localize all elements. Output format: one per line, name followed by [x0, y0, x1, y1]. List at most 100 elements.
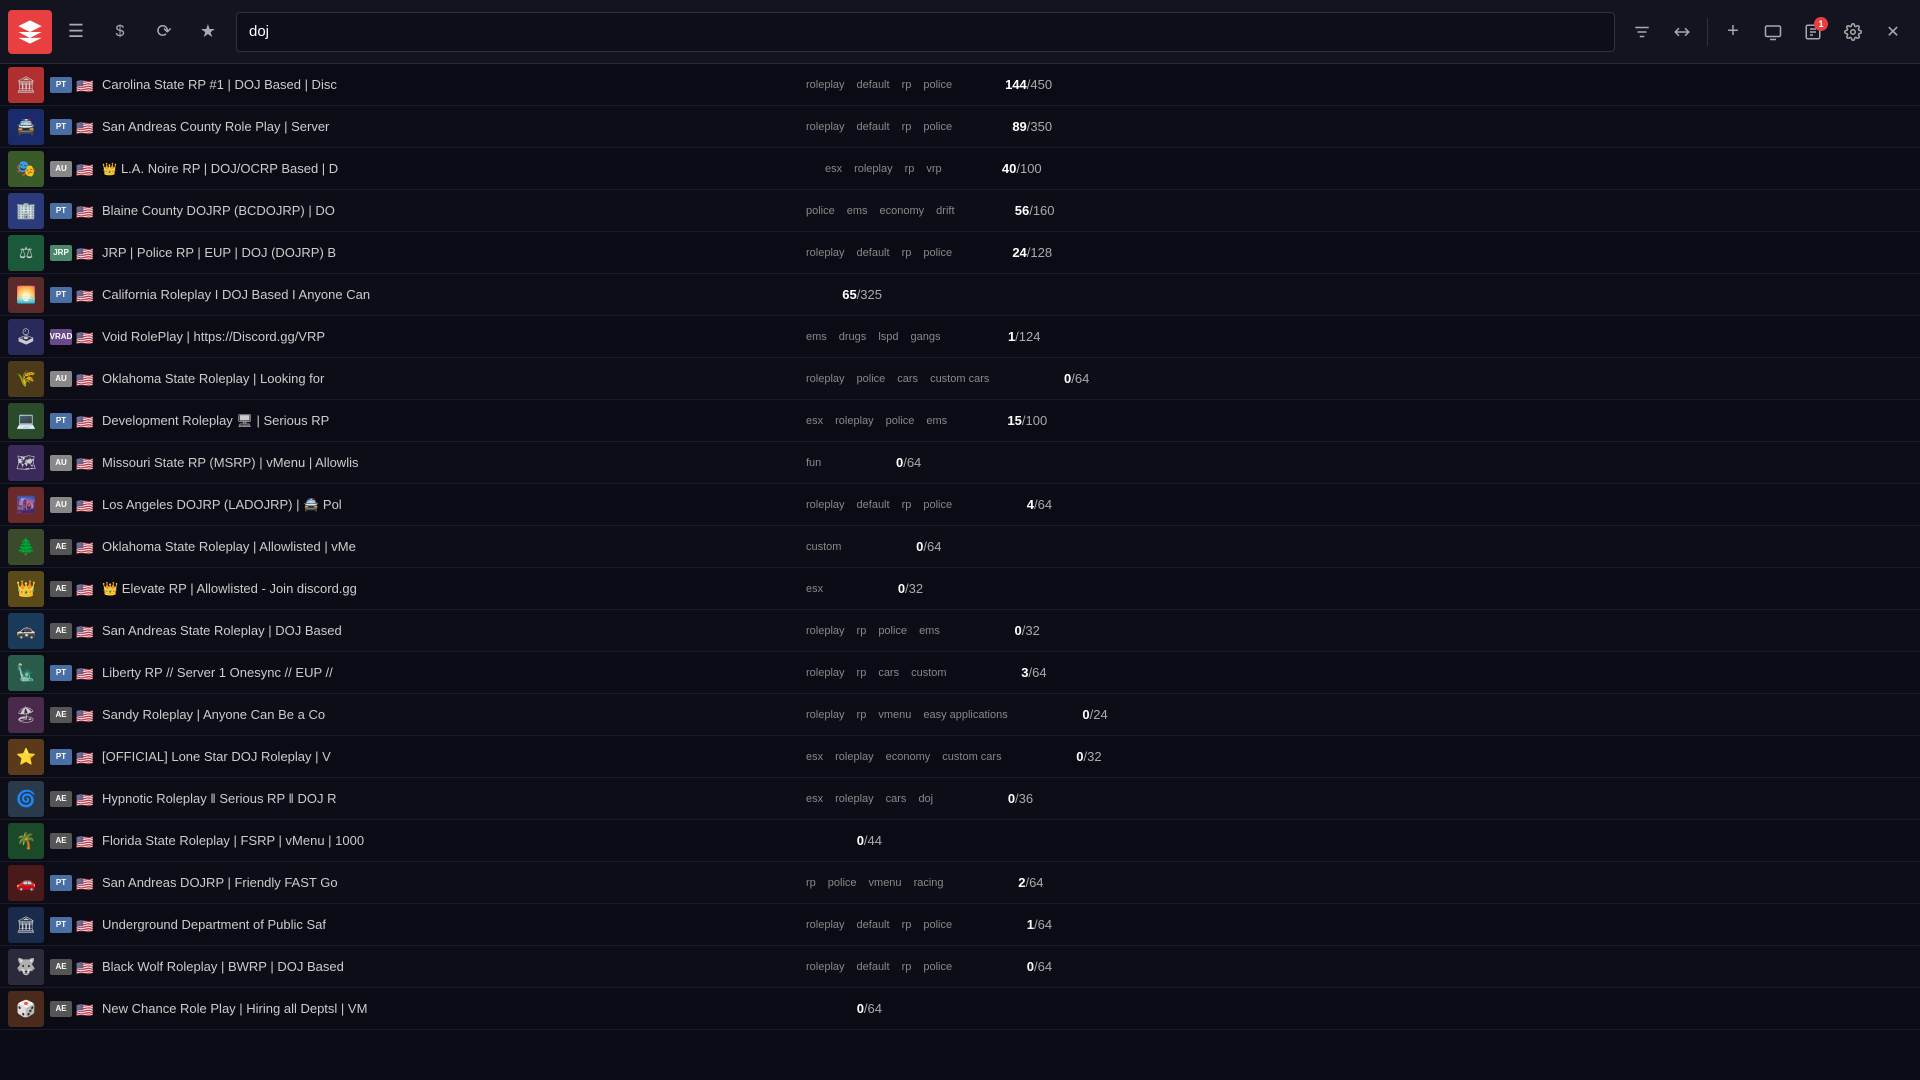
tag[interactable]: racing: [910, 876, 948, 890]
tag[interactable]: rp: [898, 120, 916, 134]
tag[interactable]: rp: [898, 246, 916, 260]
tag[interactable]: easy applications: [919, 708, 1011, 722]
tag[interactable]: rp: [853, 708, 871, 722]
tag[interactable]: esx: [821, 162, 846, 176]
tag[interactable]: cars: [882, 792, 911, 806]
tag[interactable]: police: [919, 78, 956, 92]
table-row[interactable]: 🌾AU🇺🇸Oklahoma State Roleplay | Looking f…: [0, 358, 1920, 400]
tag[interactable]: roleplay: [802, 708, 849, 722]
tag[interactable]: custom cars: [926, 372, 993, 386]
table-row[interactable]: 🏛PT🇺🇸Carolina State RP #1 | DOJ Based | …: [0, 64, 1920, 106]
close-button[interactable]: ✕: [1874, 13, 1912, 51]
tag[interactable]: police: [919, 246, 956, 260]
search-input[interactable]: [249, 23, 1602, 40]
tag[interactable]: cars: [874, 666, 903, 680]
tag[interactable]: roleplay: [802, 666, 849, 680]
tag[interactable]: roleplay: [802, 498, 849, 512]
table-row[interactable]: ⭐PT🇺🇸[OFFICIAL] Lone Star DOJ Roleplay |…: [0, 736, 1920, 778]
logo-button[interactable]: [8, 10, 52, 54]
table-row[interactable]: 🚔PT🇺🇸San Andreas County Role Play | Serv…: [0, 106, 1920, 148]
table-row[interactable]: 🌅PT🇺🇸California Roleplay I DOJ Based I A…: [0, 274, 1920, 316]
history-button[interactable]: ⟳: [144, 12, 184, 52]
tag[interactable]: default: [853, 498, 894, 512]
tag[interactable]: custom: [802, 540, 845, 554]
tag[interactable]: police: [802, 204, 839, 218]
tag[interactable]: rp: [853, 624, 871, 638]
table-row[interactable]: 🚗PT🇺🇸San Andreas DOJRP | Friendly FAST G…: [0, 862, 1920, 904]
bookmark-button[interactable]: 1: [1794, 13, 1832, 51]
tag[interactable]: default: [853, 246, 894, 260]
tag[interactable]: roleplay: [831, 414, 878, 428]
tag[interactable]: lspd: [874, 330, 902, 344]
filter-button[interactable]: [1623, 13, 1661, 51]
table-row[interactable]: 🗺AU🇺🇸Missouri State RP (MSRP) | vMenu | …: [0, 442, 1920, 484]
tag[interactable]: default: [853, 78, 894, 92]
tag[interactable]: rp: [802, 876, 820, 890]
table-row[interactable]: 🗽PT🇺🇸Liberty RP // Server 1 Onesync // E…: [0, 652, 1920, 694]
tag[interactable]: ems: [802, 330, 831, 344]
tag[interactable]: police: [824, 876, 861, 890]
tag[interactable]: custom cars: [938, 750, 1005, 764]
tag[interactable]: custom: [907, 666, 950, 680]
tag[interactable]: roleplay: [831, 792, 878, 806]
tag[interactable]: police: [919, 960, 956, 974]
tag[interactable]: economy: [882, 750, 935, 764]
tag[interactable]: gangs: [907, 330, 945, 344]
tag[interactable]: police: [882, 414, 919, 428]
tag[interactable]: ems: [922, 414, 951, 428]
table-row[interactable]: 🌴AE🇺🇸Florida State Roleplay | FSRP | vMe…: [0, 820, 1920, 862]
tag[interactable]: esx: [802, 792, 827, 806]
tag[interactable]: police: [919, 120, 956, 134]
server-list[interactable]: 🏛PT🇺🇸Carolina State RP #1 | DOJ Based | …: [0, 64, 1920, 1080]
tag[interactable]: roleplay: [802, 120, 849, 134]
tag[interactable]: roleplay: [802, 624, 849, 638]
tag[interactable]: police: [919, 498, 956, 512]
tag[interactable]: ems: [843, 204, 872, 218]
tag[interactable]: esx: [802, 750, 827, 764]
tag[interactable]: drift: [932, 204, 958, 218]
table-row[interactable]: 🌀AE🇺🇸Hypnotic Roleplay ‖ Serious RP ‖ DO…: [0, 778, 1920, 820]
table-row[interactable]: 🏢PT🇺🇸Blaine County DOJRP (BCDOJRP) | DOp…: [0, 190, 1920, 232]
table-row[interactable]: 🚓AE🇺🇸San Andreas State Roleplay | DOJ Ba…: [0, 610, 1920, 652]
tag[interactable]: police: [874, 624, 911, 638]
favorites-button[interactable]: ★: [188, 12, 228, 52]
tag[interactable]: esx: [802, 582, 827, 596]
tag[interactable]: default: [853, 120, 894, 134]
add-button[interactable]: +: [1714, 13, 1752, 51]
tag[interactable]: vmenu: [874, 708, 915, 722]
tag[interactable]: rp: [901, 162, 919, 176]
settings-button[interactable]: [1834, 13, 1872, 51]
table-row[interactable]: 🌆AU🇺🇸Los Angeles DOJRP (LADOJRP) | 🚔 Pol…: [0, 484, 1920, 526]
tag[interactable]: roleplay: [831, 750, 878, 764]
tag[interactable]: roleplay: [850, 162, 897, 176]
table-row[interactable]: 🏖AE🇺🇸Sandy Roleplay | Anyone Can Be a Co…: [0, 694, 1920, 736]
table-row[interactable]: 🏛PT🇺🇸Underground Department of Public Sa…: [0, 904, 1920, 946]
tag[interactable]: esx: [802, 414, 827, 428]
tag[interactable]: roleplay: [802, 372, 849, 386]
tag[interactable]: rp: [853, 666, 871, 680]
tag[interactable]: rp: [898, 498, 916, 512]
tag[interactable]: default: [853, 960, 894, 974]
table-row[interactable]: 🎲AE🇺🇸New Chance Role Play | Hiring all D…: [0, 988, 1920, 1030]
table-row[interactable]: 🐺AE🇺🇸Black Wolf Roleplay | BWRP | DOJ Ba…: [0, 946, 1920, 988]
sort-button[interactable]: [1663, 13, 1701, 51]
screen-button[interactable]: [1754, 13, 1792, 51]
table-row[interactable]: 👑AE🇺🇸👑 Elevate RP | Allowlisted - Join d…: [0, 568, 1920, 610]
tag[interactable]: roleplay: [802, 918, 849, 932]
money-button[interactable]: $: [100, 12, 140, 52]
tag[interactable]: fun: [802, 456, 825, 470]
tag[interactable]: rp: [898, 960, 916, 974]
table-row[interactable]: 🌲AE🇺🇸Oklahoma State Roleplay | Allowlist…: [0, 526, 1920, 568]
tag[interactable]: vrp: [922, 162, 945, 176]
table-row[interactable]: 🕹VRAD🇺🇸Void RolePlay | https://Discord.g…: [0, 316, 1920, 358]
tag[interactable]: doj: [914, 792, 937, 806]
tag[interactable]: roleplay: [802, 78, 849, 92]
tag[interactable]: drugs: [835, 330, 871, 344]
table-row[interactable]: 💻PT🇺🇸Development Roleplay 🖥 | Serious RP…: [0, 400, 1920, 442]
table-row[interactable]: 🎭AU🇺🇸👑L.A. Noire RP | DOJ/OCRP Based | D…: [0, 148, 1920, 190]
tag[interactable]: vmenu: [865, 876, 906, 890]
tag[interactable]: rp: [898, 78, 916, 92]
tag[interactable]: rp: [898, 918, 916, 932]
menu-button[interactable]: ☰: [56, 12, 96, 52]
tag[interactable]: police: [919, 918, 956, 932]
